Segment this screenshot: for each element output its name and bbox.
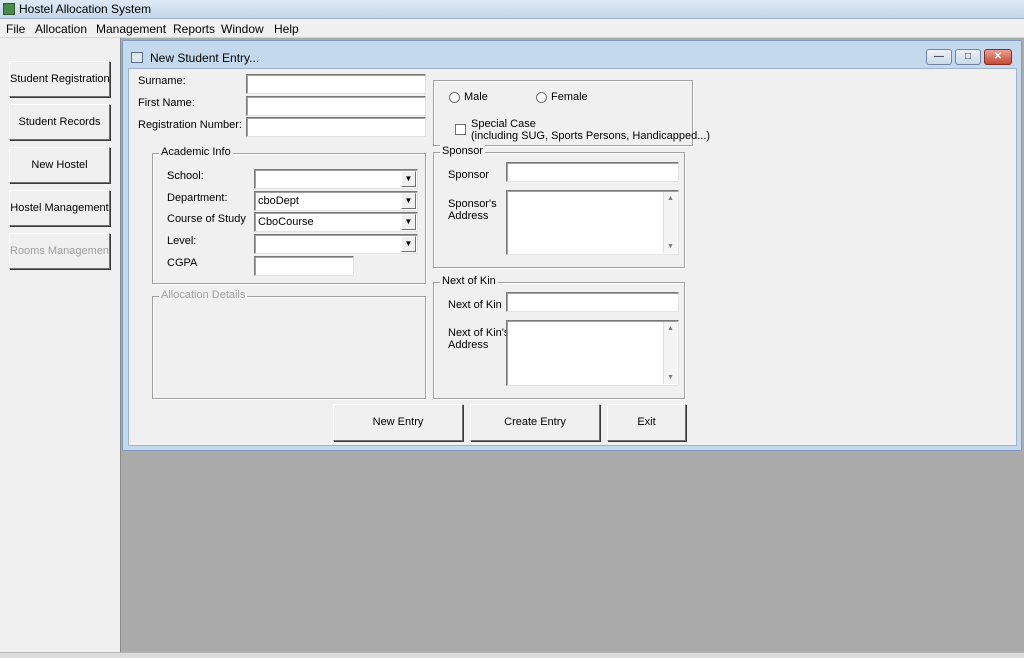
next-of-kin-address-textarea[interactable]: ▲ ▼ bbox=[506, 320, 679, 386]
school-combo[interactable]: ▼ bbox=[254, 169, 418, 189]
next-of-kin-input[interactable] bbox=[506, 292, 679, 312]
hostel-management-button[interactable]: Hostel Management bbox=[9, 190, 110, 226]
female-label: Female bbox=[551, 91, 588, 103]
scroll-up-icon[interactable]: ▲ bbox=[667, 195, 674, 202]
chevron-down-icon[interactable]: ▼ bbox=[401, 193, 416, 209]
menu-allocation[interactable]: Allocation bbox=[35, 22, 87, 36]
course-of-study-combo-value: CboCourse bbox=[258, 216, 314, 228]
menu-management[interactable]: Management bbox=[96, 22, 166, 36]
department-combo[interactable]: cboDept ▼ bbox=[254, 191, 418, 211]
menu-bar: File Allocation Management Reports Windo… bbox=[0, 19, 1024, 38]
sponsor-label: Sponsor bbox=[448, 169, 489, 181]
rooms-management-button[interactable]: Rooms Management bbox=[9, 233, 110, 269]
form-client-area: Surname: First Name: Registration Number… bbox=[128, 68, 1017, 446]
level-combo[interactable]: ▼ bbox=[254, 234, 418, 254]
special-case-note: (including SUG, Sports Persons, Handicap… bbox=[471, 130, 711, 142]
school-label: School: bbox=[167, 170, 204, 182]
menu-help[interactable]: Help bbox=[274, 22, 299, 36]
chevron-down-icon[interactable]: ▼ bbox=[401, 236, 416, 252]
form-icon bbox=[131, 52, 143, 63]
academic-info-group: Academic Info School: ▼ Department: cboD… bbox=[152, 146, 426, 284]
next-of-kin-address-label: Next of Kin's bbox=[448, 327, 510, 339]
new-hostel-button[interactable]: New Hostel bbox=[9, 147, 110, 183]
sponsor-address-label-2: Address bbox=[448, 210, 489, 222]
sponsor-input[interactable] bbox=[506, 162, 679, 182]
chevron-down-icon[interactable]: ▼ bbox=[401, 214, 416, 230]
app-title-bar: Hostel Allocation System bbox=[0, 0, 1024, 19]
sidebar: Student Registration Student Records New… bbox=[0, 38, 121, 658]
sponsor-group-title: Sponsor bbox=[440, 145, 485, 157]
department-combo-value: cboDept bbox=[258, 195, 299, 207]
scroll-up-icon[interactable]: ▲ bbox=[667, 325, 674, 332]
sponsor-address-label: Sponsor's bbox=[448, 198, 497, 210]
scrollbar[interactable]: ▲ ▼ bbox=[663, 322, 677, 384]
course-of-study-label: Course of Study bbox=[167, 213, 246, 225]
registration-number-label: Registration Number: bbox=[138, 119, 242, 131]
cgpa-label: CGPA bbox=[167, 257, 198, 269]
cgpa-input[interactable] bbox=[254, 256, 354, 276]
menu-file[interactable]: File bbox=[6, 22, 25, 36]
male-radio[interactable] bbox=[449, 92, 460, 103]
new-entry-button[interactable]: New Entry bbox=[333, 404, 463, 441]
course-of-study-combo[interactable]: CboCourse ▼ bbox=[254, 212, 418, 232]
sponsor-group: Sponsor Sponsor Sponsor's Address ▲ ▼ bbox=[433, 145, 685, 268]
special-case-label: Special Case bbox=[471, 118, 536, 130]
female-radio[interactable] bbox=[536, 92, 547, 103]
registration-number-input[interactable] bbox=[246, 117, 426, 137]
scroll-down-icon[interactable]: ▼ bbox=[667, 243, 674, 250]
gender-group: Male Female Special Case (including SUG,… bbox=[433, 80, 710, 146]
next-of-kin-label: Next of Kin bbox=[448, 299, 502, 311]
first-name-label: First Name: bbox=[138, 97, 195, 109]
surname-label: Surname: bbox=[138, 75, 186, 87]
student-registration-button[interactable]: Student Registration bbox=[9, 61, 110, 97]
next-of-kin-group: Next of Kin Next of Kin Next of Kin's Ad… bbox=[433, 275, 685, 399]
special-case-checkbox[interactable] bbox=[455, 124, 466, 135]
sponsor-address-textarea[interactable]: ▲ ▼ bbox=[506, 190, 679, 255]
chevron-down-icon[interactable]: ▼ bbox=[401, 171, 416, 187]
minimize-button[interactable]: — bbox=[926, 49, 952, 65]
menu-reports[interactable]: Reports bbox=[173, 22, 215, 36]
window-title: New Student Entry... bbox=[150, 51, 260, 65]
close-button[interactable]: ✕ bbox=[984, 49, 1012, 65]
taskbar-strip bbox=[0, 652, 1024, 658]
scrollbar[interactable]: ▲ ▼ bbox=[663, 192, 677, 253]
allocation-details-title: Allocation Details bbox=[159, 289, 248, 301]
academic-info-title: Academic Info bbox=[159, 146, 233, 158]
maximize-button[interactable]: □ bbox=[955, 49, 981, 65]
new-student-entry-window: New Student Entry... — □ ✕ Surname: Firs… bbox=[122, 40, 1022, 451]
surname-input[interactable] bbox=[246, 74, 426, 94]
menu-window[interactable]: Window bbox=[221, 22, 264, 36]
male-label: Male bbox=[464, 91, 488, 103]
department-label: Department: bbox=[167, 192, 228, 204]
create-entry-button[interactable]: Create Entry bbox=[470, 404, 600, 441]
app-title: Hostel Allocation System bbox=[19, 2, 152, 16]
next-of-kin-group-title: Next of Kin bbox=[440, 275, 498, 287]
app-icon bbox=[3, 3, 15, 15]
exit-button[interactable]: Exit bbox=[607, 404, 686, 441]
student-records-button[interactable]: Student Records bbox=[9, 104, 110, 140]
level-label: Level: bbox=[167, 235, 197, 247]
scroll-down-icon[interactable]: ▼ bbox=[667, 374, 674, 381]
next-of-kin-address-label-2: Address bbox=[448, 339, 489, 351]
first-name-input[interactable] bbox=[246, 96, 426, 116]
allocation-details-group: Allocation Details bbox=[152, 289, 426, 399]
